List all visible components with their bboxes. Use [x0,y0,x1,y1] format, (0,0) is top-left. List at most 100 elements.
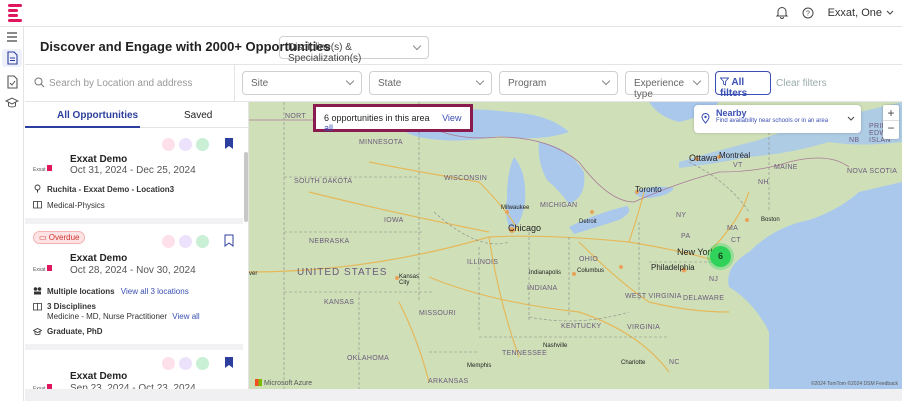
location-pin-icon [701,113,710,124]
bell-icon[interactable] [775,6,788,19]
map-label: VIRGINIA [627,324,661,331]
map-label: UNITED STATES [297,267,388,278]
graduation-cap-icon[interactable] [5,96,19,110]
card-dates: Oct 28, 2024 - Nov 30, 2024 [70,265,196,276]
map-label: DELAWARE [683,295,725,302]
state-select[interactable]: State [369,71,492,95]
graduation-cap-icon [33,328,42,336]
multiple-locations-icon [33,287,42,295]
card-name: Exxat Demo [70,371,128,382]
discipline-placeholder: Discipline(s) & Specialization(s) [288,42,362,64]
state-label: State [378,78,402,89]
file-check-icon[interactable] [5,75,19,89]
map-label: PA [681,233,691,240]
search-input[interactable]: Search by Location and address [25,65,235,102]
opportunities-panel: All Opportunities Saved Exxat Exxat Demo… [25,102,249,401]
bookmark-icon[interactable] [224,137,234,150]
map-area-popup: 6 opportunities in this area View all [313,104,473,133]
zoom-in-button[interactable]: + [883,105,899,121]
map-label: MA [727,225,739,232]
card-name: Exxat Demo [70,253,128,264]
site-select[interactable]: Site [242,71,362,95]
left-nav [0,27,24,401]
map-label: OKLAHOMA [347,355,390,362]
card-location: Ruchita - Exxat Demo - Location3 [47,185,175,194]
overdue-badge: ▭ Overdue [33,231,86,244]
nearby-dropdown[interactable]: Nearby Find availability near schools or… [694,105,861,133]
chevron-down-icon [475,76,485,86]
city-label: Indianapolis [529,270,562,276]
map-label: MISSOURI [419,310,457,317]
zoom-out-button[interactable]: − [883,121,899,137]
chevron-down-icon [692,76,702,86]
exxat-logo-icon[interactable] [8,4,22,22]
map-label: NOVA SCOTIA [847,168,898,175]
program-label: Program [508,78,547,89]
check-icon [196,138,209,151]
card-discipline: Medical-Physics [47,201,105,210]
chevron-down-icon [412,41,422,51]
map-label: ARKANSAS [428,378,469,385]
panel-scrollbar[interactable] [244,152,248,222]
card-degree: Graduate, PhD [47,327,103,336]
svg-text:?: ? [806,10,810,17]
opportunity-card[interactable]: ▭ Overdue Exxat Exxat Demo Oct 28, 2024 … [25,226,243,350]
opportunity-card[interactable]: Exxat Exxat Demo Oct 31, 2024 - Dec 25, … [25,129,243,224]
map-label: VT [733,162,743,169]
tabs: All Opportunities Saved [25,102,248,128]
city-label: Memphis [467,363,492,369]
map-attribution[interactable]: ©2024 TomTom ©2024 DSM Feedback [811,381,898,387]
map-label: KANSAS [324,299,355,306]
map-label: MINNESOTA [359,139,403,146]
map-label: IOWA [384,217,404,224]
chevron-down-icon [601,76,611,86]
map-view[interactable]: NORT MINNESOTA SOUTH DAKOTA WISCONSIN IO… [249,102,902,389]
nearby-title: Nearby [716,108,747,118]
city-label: Montréal [719,151,751,160]
city-label: Toronto [635,185,662,194]
microsoft-logo-icon [255,379,262,386]
check-icon [196,357,209,370]
filter-row: Search by Location and address Site Stat… [25,64,902,102]
video-icon [162,235,175,248]
video-icon [162,357,175,370]
site-label: Site [251,78,269,89]
group-icon [179,357,192,370]
card-disciplines-list: Medicine - MD, Nurse Practitioner View a… [47,312,200,321]
tab-all-opportunities[interactable]: All Opportunities [57,110,138,121]
experience-type-select[interactable]: Experience type [625,71,709,100]
card-badges [162,138,209,151]
city-label: Charlotte [621,360,646,366]
exxat-logo: Exxat [33,262,57,273]
view-all-locations-link[interactable]: View all 3 locations [121,287,189,296]
city-label: Columbus [577,268,605,274]
filter-icon [719,77,730,86]
bookmark-icon[interactable] [224,356,234,369]
map-label: NORT [285,113,306,120]
bookmark-outline-icon[interactable] [224,234,234,247]
help-icon[interactable]: ? [802,7,814,19]
user-menu[interactable]: Exxat, One [828,7,894,19]
map-label: INDIANA [527,285,558,292]
card-location: Multiple locations View all 3 locations [47,287,189,296]
map-background [249,102,902,389]
chevron-down-icon [886,10,894,15]
city-label: Detroit [579,219,597,225]
tab-saved[interactable]: Saved [184,110,212,121]
nav-item-opportunities[interactable] [2,49,22,67]
map-label: NJ [709,276,719,283]
experience-label: Experience type [634,78,685,100]
map-label: WISCONSIN [444,175,488,182]
discipline-select[interactable]: Discipline(s) & Specialization(s) [279,36,429,64]
menu-icon[interactable] [5,30,19,44]
all-filters-button[interactable]: All filters [715,71,771,99]
user-name: Exxat, One [827,6,882,19]
program-select[interactable]: Program [499,71,618,95]
card-disciplines-count: 3 Disciplines [47,302,96,311]
card-dates: Oct 31, 2024 - Dec 25, 2024 [70,165,196,176]
view-all-disciplines-link[interactable]: View all [172,312,199,321]
map-cluster-marker[interactable]: 6 [710,246,731,267]
clear-filters-link[interactable]: Clear filters [776,78,827,89]
location-pin-icon [34,184,41,193]
map-label: NB [849,137,860,144]
